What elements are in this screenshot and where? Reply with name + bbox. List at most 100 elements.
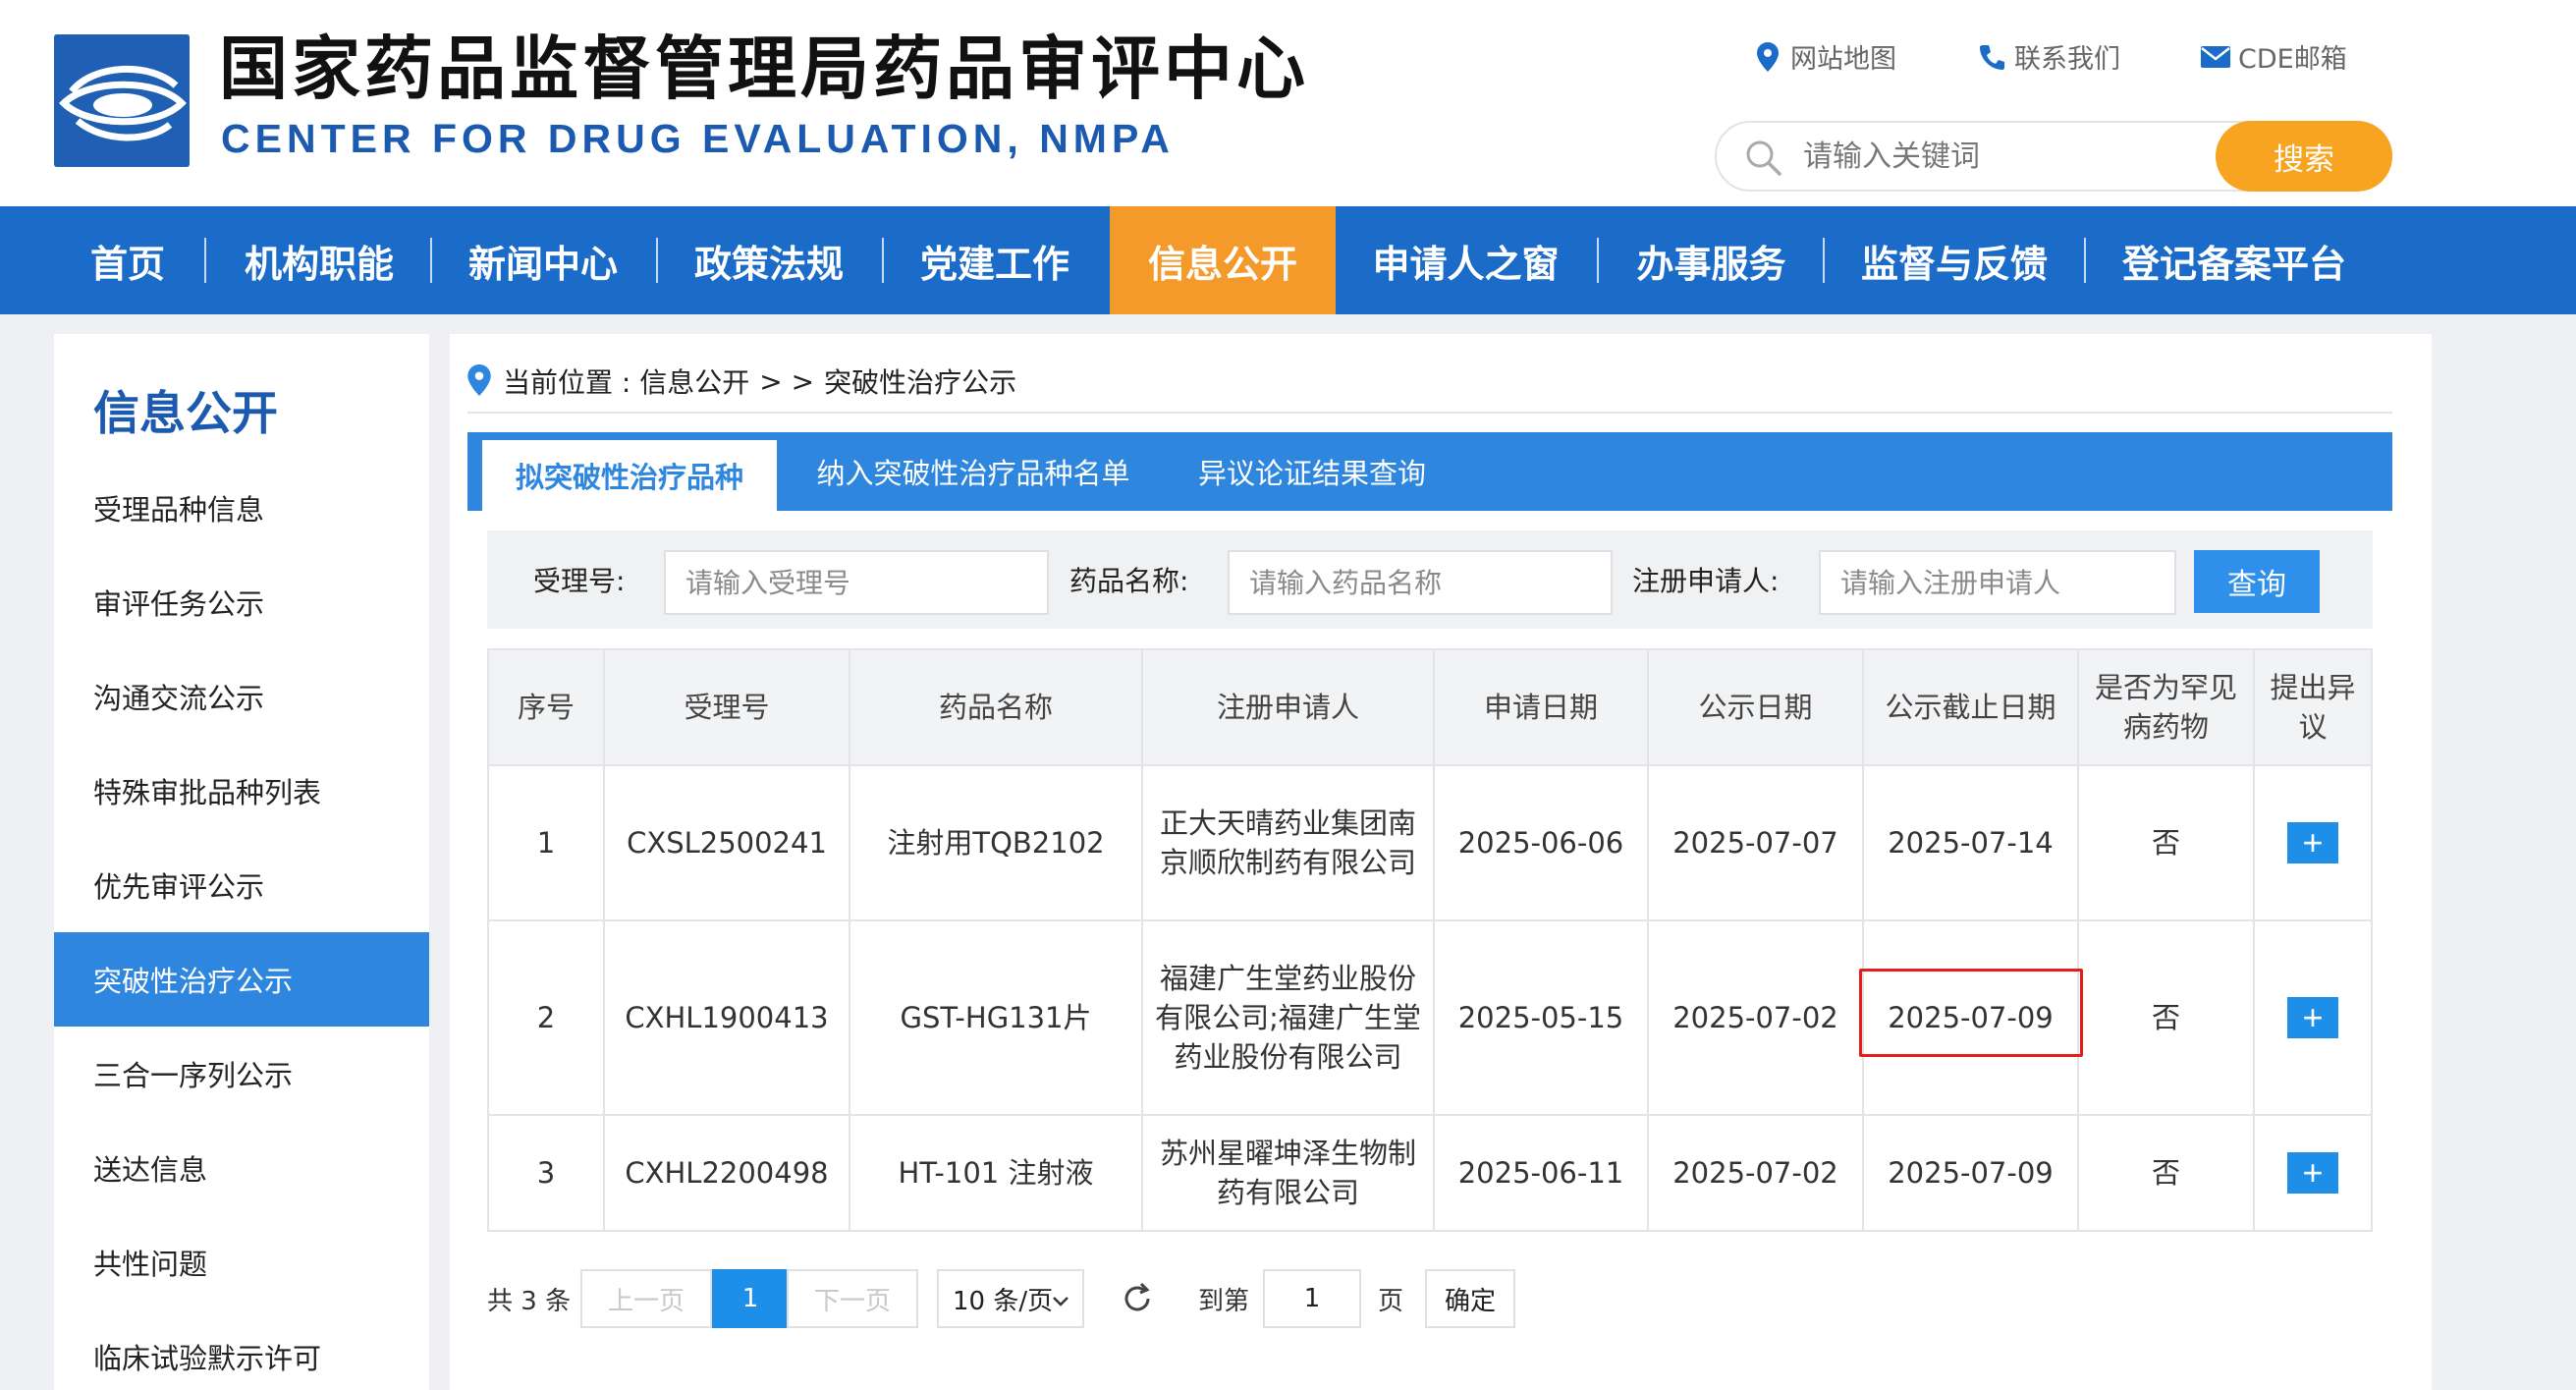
- sidebar-item-common-issues[interactable]: 共性问题: [54, 1215, 429, 1309]
- cell-publish-date: 2025-07-02: [1647, 1114, 1864, 1232]
- cell-deadline: 2025-07-09: [1862, 1114, 2079, 1232]
- cell-deadline: 2025-07-14: [1862, 764, 2079, 921]
- drug-name-input[interactable]: [1228, 550, 1613, 615]
- goto-confirm-button[interactable]: 确定: [1425, 1269, 1515, 1328]
- pagination: 共 3 条 上一页 1 下一页 10 条/页 到第 1 页 确定: [487, 1269, 2353, 1332]
- sidebar: 信息公开 受理品种信息 审评任务公示 沟通交流公示 特殊审批品种列表 优先审评公…: [54, 334, 429, 1390]
- chevron-down-icon: [1053, 1284, 1069, 1313]
- nav-divider: [2084, 238, 2086, 283]
- main-nav: 首页 机构职能 新闻中心 政策法规 党建工作 信息公开 申请人之窗 办事服务 监…: [0, 206, 2576, 314]
- nav-divider: [882, 238, 884, 283]
- query-button[interactable]: 查询: [2194, 550, 2320, 613]
- mail-icon: [2201, 42, 2230, 72]
- cell-drug: HT-101 注射液: [849, 1114, 1143, 1232]
- cell-no: 1: [487, 764, 605, 921]
- next-page-button[interactable]: 下一页: [787, 1269, 918, 1328]
- nav-home[interactable]: 首页: [79, 206, 177, 314]
- results-table: 序号 受理号 药品名称 注册申请人 申请日期 公示日期 公示截止日期 是否为罕见…: [487, 648, 2373, 1232]
- cell-accept-no: CXHL2200498: [603, 1114, 850, 1232]
- nmpa-logo[interactable]: [54, 34, 190, 167]
- page-size-value: 10 条/页: [953, 1286, 1054, 1316]
- goto-page-input[interactable]: 1: [1263, 1269, 1361, 1328]
- cell-rare-disease: 否: [2077, 1114, 2255, 1232]
- raise-objection-button[interactable]: +: [2287, 821, 2338, 863]
- nav-applicant[interactable]: 申请人之窗: [1355, 206, 1576, 314]
- cell-objection: +: [2253, 919, 2373, 1116]
- location-pin-icon: [1753, 41, 1782, 72]
- nav-info-disclosure[interactable]: 信息公开: [1110, 206, 1336, 314]
- cell-apply-date: 2025-05-15: [1433, 919, 1649, 1116]
- nav-organization[interactable]: 机构职能: [236, 206, 403, 314]
- col-header-deadline: 公示截止日期: [1862, 648, 2079, 766]
- sidebar-item-clinical-trial[interactable]: 临床试验默示许可: [54, 1309, 429, 1390]
- nav-divider: [430, 238, 432, 283]
- sidebar-item-delivery[interactable]: 送达信息: [54, 1121, 429, 1215]
- col-header-objection: 提出异议: [2253, 648, 2373, 766]
- nav-divider: [1597, 238, 1599, 283]
- table-header-row: 序号 受理号 药品名称 注册申请人 申请日期 公示日期 公示截止日期 是否为罕见…: [487, 648, 2373, 766]
- col-header-applicant: 注册申请人: [1141, 648, 1435, 766]
- tab-objection-results[interactable]: 异议论证结果查询: [1175, 432, 1450, 511]
- mail-link-label: CDE邮箱: [2238, 44, 2347, 75]
- cell-apply-date: 2025-06-11: [1433, 1114, 1649, 1232]
- cell-accept-no: CXHL1900413: [603, 919, 850, 1116]
- phone-icon: [1977, 42, 2006, 72]
- applicant-label: 注册申请人:: [1632, 565, 1780, 597]
- cell-applicant: 苏州星曜坤泽生物制药有限公司: [1141, 1114, 1435, 1232]
- raise-objection-button[interactable]: +: [2287, 996, 2338, 1038]
- nav-news[interactable]: 新闻中心: [460, 206, 627, 314]
- nav-registration[interactable]: 登记备案平台: [2111, 206, 2357, 314]
- cell-drug: 注射用TQB2102: [849, 764, 1143, 921]
- sidebar-title: 信息公开: [93, 387, 278, 441]
- accept-no-label: 受理号:: [533, 565, 626, 597]
- site-search-button[interactable]: 搜索: [2216, 121, 2392, 192]
- nav-divider: [204, 238, 206, 283]
- nav-policy[interactable]: 政策法规: [685, 206, 852, 314]
- cell-publish-date: 2025-07-02: [1647, 919, 1864, 1116]
- cell-accept-no: CXSL2500241: [603, 764, 850, 921]
- tab-breakthrough-list[interactable]: 纳入突破性治疗品种名单: [792, 432, 1155, 511]
- page-1-button[interactable]: 1: [712, 1269, 789, 1328]
- top-links: 网站地图 联系我们 CDE邮箱: [1753, 37, 2428, 76]
- sidebar-item-review-tasks[interactable]: 审评任务公示: [54, 555, 429, 649]
- contact-link-label: 联系我们: [2014, 44, 2120, 75]
- mail-link[interactable]: CDE邮箱: [2201, 37, 2347, 76]
- refresh-icon[interactable]: [1116, 1269, 1159, 1328]
- location-pin-icon: [467, 364, 495, 398]
- sidebar-item-three-in-one[interactable]: 三合一序列公示: [54, 1027, 429, 1121]
- breadcrumb-prefix[interactable]: 当前位置 : 信息公开: [503, 361, 749, 401]
- prev-page-button[interactable]: 上一页: [580, 1269, 712, 1328]
- contact-link[interactable]: 联系我们: [1977, 37, 2120, 76]
- sidebar-item-breakthrough[interactable]: 突破性治疗公示: [54, 932, 429, 1027]
- accept-no-input[interactable]: [664, 550, 1049, 615]
- raise-objection-button[interactable]: +: [2287, 1151, 2338, 1194]
- breadcrumb-current: 突破性治疗公示: [824, 366, 1017, 399]
- search-icon: [1744, 139, 1783, 178]
- site-title-en: CENTER FOR DRUG EVALUATION, NMPA: [221, 116, 1175, 161]
- breadcrumb-separator: > >: [759, 364, 815, 398]
- applicant-input[interactable]: [1819, 550, 2176, 615]
- col-header-rare-disease: 是否为罕见病药物: [2077, 648, 2255, 766]
- sitemap-link[interactable]: 网站地图: [1753, 37, 1896, 76]
- sidebar-item-communication[interactable]: 沟通交流公示: [54, 649, 429, 744]
- nav-divider: [1823, 238, 1825, 283]
- sidebar-item-accepted[interactable]: 受理品种信息: [54, 461, 429, 555]
- nav-supervision[interactable]: 监督与反馈: [1851, 206, 2057, 314]
- cell-rare-disease: 否: [2077, 764, 2255, 921]
- sidebar-item-special-approval[interactable]: 特殊审批品种列表: [54, 744, 429, 838]
- sidebar-item-priority-review[interactable]: 优先审评公示: [54, 838, 429, 932]
- cell-objection: +: [2253, 764, 2373, 921]
- breadcrumb: 当前位置 : 信息公开 > > 突破性治疗公示: [467, 361, 1016, 401]
- cell-objection: +: [2253, 1114, 2373, 1232]
- site-title-cn: 国家药品监督管理局药品审评中心: [219, 28, 1309, 109]
- nav-party[interactable]: 党建工作: [911, 206, 1078, 314]
- tab-proposed-breakthrough[interactable]: 拟突破性治疗品种: [482, 440, 777, 511]
- nav-services[interactable]: 办事服务: [1625, 206, 1797, 314]
- nav-divider: [656, 238, 658, 283]
- site-search-input[interactable]: [1803, 133, 2245, 180]
- tab-bar: 拟突破性治疗品种 纳入突破性治疗品种名单 异议论证结果查询: [467, 432, 2392, 511]
- page-size-select[interactable]: 10 条/页: [937, 1269, 1084, 1328]
- cell-drug: GST-HG131片: [849, 919, 1143, 1116]
- cell-applicant: 福建广生堂药业股份有限公司;福建广生堂药业股份有限公司: [1141, 919, 1435, 1116]
- table-row: 3 CXHL2200498 HT-101 注射液 苏州星曜坤泽生物制药有限公司 …: [487, 1114, 2373, 1232]
